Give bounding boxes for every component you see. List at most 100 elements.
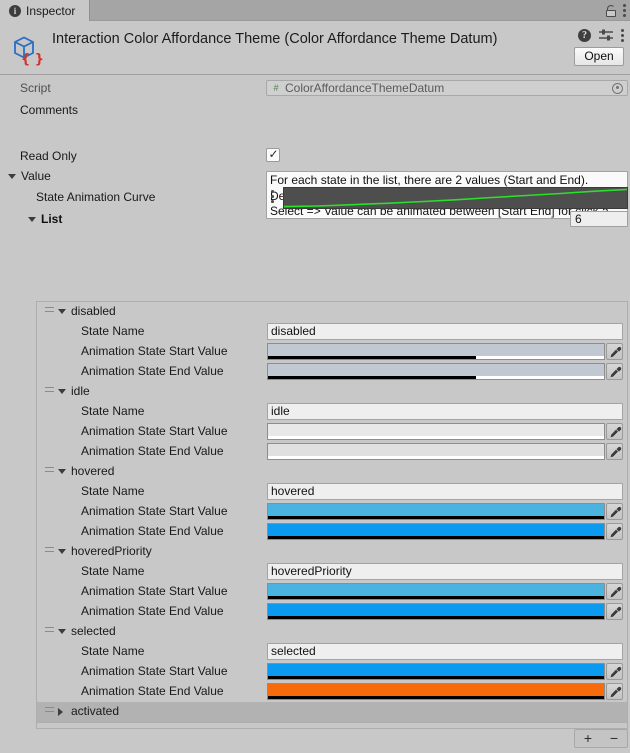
- chevron-down-icon[interactable]: [8, 174, 16, 179]
- tabbar-actions: [606, 0, 626, 21]
- add-item-button[interactable]: +: [575, 730, 601, 747]
- state-animation-curve-label: State Animation Curve: [36, 190, 156, 204]
- chevron-down-icon[interactable]: [28, 217, 36, 222]
- eyedropper-icon[interactable]: [606, 503, 623, 520]
- color-swatch[interactable]: [267, 683, 605, 700]
- list-add-remove-bar: + −: [574, 729, 628, 748]
- drag-handle-icon[interactable]: [45, 467, 54, 474]
- eyedropper-icon[interactable]: [606, 363, 623, 380]
- list-item-label: disabled: [71, 304, 116, 318]
- preset-sliders-icon[interactable]: [599, 29, 613, 42]
- chevron-down-icon[interactable]: [58, 469, 66, 474]
- list-item[interactable]: hovered: [37, 462, 627, 482]
- comments-row: Comments: [0, 99, 630, 147]
- eyedropper-icon[interactable]: [606, 443, 623, 460]
- state-name-input[interactable]: idle: [267, 403, 623, 420]
- script-field[interactable]: # ColorAffordanceThemeDatum: [266, 80, 628, 96]
- chevron-down-icon[interactable]: [58, 629, 66, 634]
- remove-item-button[interactable]: −: [601, 730, 627, 747]
- animation-state-end-value-color[interactable]: [267, 603, 623, 620]
- list-size-field[interactable]: 6: [570, 211, 628, 227]
- scriptable-object-datum-icon: { }: [10, 32, 44, 67]
- curve-options-icon[interactable]: [271, 190, 274, 203]
- object-header: { } Interaction Color Affordance Theme (…: [0, 21, 630, 75]
- value-label: Value: [21, 169, 51, 183]
- script-row: Script # ColorAffordanceThemeDatum: [0, 79, 630, 99]
- animation-state-start-value-label: Animation State Start Value: [81, 344, 228, 358]
- drag-handle-icon[interactable]: [45, 307, 54, 314]
- color-swatch[interactable]: [267, 583, 605, 600]
- tab-inspector[interactable]: i Inspector: [0, 0, 91, 21]
- animation-state-start-value-color[interactable]: [267, 423, 623, 440]
- eyedropper-icon[interactable]: [606, 523, 623, 540]
- color-swatch[interactable]: [267, 503, 605, 520]
- animation-state-end-value-color[interactable]: [267, 363, 623, 380]
- color-swatch[interactable]: [267, 343, 605, 360]
- state-name-label: State Name: [81, 564, 145, 578]
- animation-state-start-value-color[interactable]: [267, 343, 623, 360]
- animation-state-end-value-color[interactable]: [267, 443, 623, 460]
- eyedropper-icon[interactable]: [606, 683, 623, 700]
- animation-state-end-value-label: Animation State End Value: [81, 444, 224, 458]
- kebab-menu-icon[interactable]: [621, 29, 624, 42]
- animation-state-start-value-color[interactable]: [267, 663, 623, 680]
- inspector-body: Script # ColorAffordanceThemeDatum Comme…: [0, 75, 630, 748]
- kebab-menu-icon[interactable]: [623, 4, 626, 17]
- color-swatch[interactable]: [267, 443, 605, 460]
- state-name-input[interactable]: hovered: [267, 483, 623, 500]
- animation-state-end-value-color[interactable]: [267, 523, 623, 540]
- color-swatch[interactable]: [267, 363, 605, 380]
- lock-icon[interactable]: [606, 4, 616, 17]
- animation-state-start-value-color[interactable]: [267, 583, 623, 600]
- value-foldout-row[interactable]: Value: [0, 167, 630, 186]
- animation-state-start-value-row: Animation State Start Value: [37, 502, 627, 522]
- list-item[interactable]: disabled: [37, 302, 627, 322]
- animation-state-start-value-row: Animation State Start Value: [37, 582, 627, 602]
- animation-state-end-value-label: Animation State End Value: [81, 364, 224, 378]
- animation-state-end-value-label: Animation State End Value: [81, 684, 224, 698]
- chevron-down-icon[interactable]: [58, 309, 66, 314]
- color-swatch[interactable]: [267, 663, 605, 680]
- animation-state-start-value-label: Animation State Start Value: [81, 664, 228, 678]
- animation-state-end-value-color[interactable]: [267, 683, 623, 700]
- eyedropper-icon[interactable]: [606, 343, 623, 360]
- eyedropper-icon[interactable]: [606, 583, 623, 600]
- list-item[interactable]: idle: [37, 382, 627, 402]
- state-name-input[interactable]: disabled: [267, 323, 623, 340]
- object-picker-icon[interactable]: [612, 82, 623, 94]
- animation-state-start-value-row: Animation State Start Value: [37, 662, 627, 682]
- list-item-label: idle: [71, 384, 90, 398]
- state-name-label: State Name: [81, 644, 145, 658]
- list-label: List: [41, 212, 63, 226]
- state-name-row: State Name idle: [37, 402, 627, 422]
- chevron-right-icon[interactable]: [58, 707, 63, 716]
- animation-curve-field[interactable]: [283, 187, 628, 209]
- animation-state-end-value-row: Animation State End Value: [37, 682, 627, 702]
- open-button[interactable]: Open: [574, 47, 624, 66]
- color-swatch[interactable]: [267, 423, 605, 440]
- drag-handle-icon[interactable]: [45, 707, 54, 714]
- eyedropper-icon[interactable]: [606, 423, 623, 440]
- drag-handle-icon[interactable]: [45, 547, 54, 554]
- animation-state-start-value-color[interactable]: [267, 503, 623, 520]
- eyedropper-icon[interactable]: [606, 663, 623, 680]
- state-name-input[interactable]: hoveredPriority: [267, 563, 623, 580]
- script-value: ColorAffordanceThemeDatum: [285, 81, 445, 95]
- list-item-label: hovered: [71, 464, 115, 478]
- animation-state-end-value-label: Animation State End Value: [81, 604, 224, 618]
- drag-handle-icon[interactable]: [45, 387, 54, 394]
- state-name-input[interactable]: selected: [267, 643, 623, 660]
- list-foldout-row[interactable]: List 6: [0, 210, 630, 230]
- list-item[interactable]: activated: [37, 702, 627, 722]
- color-swatch[interactable]: [267, 603, 605, 620]
- help-icon[interactable]: ?: [578, 29, 591, 42]
- color-swatch[interactable]: [267, 523, 605, 540]
- read-only-checkbox[interactable]: [266, 147, 280, 162]
- list-item[interactable]: selected: [37, 622, 627, 642]
- animation-state-end-value-row: Animation State End Value: [37, 442, 627, 462]
- chevron-down-icon[interactable]: [58, 549, 66, 554]
- list-item[interactable]: hoveredPriority: [37, 542, 627, 562]
- eyedropper-icon[interactable]: [606, 603, 623, 620]
- chevron-down-icon[interactable]: [58, 389, 66, 394]
- drag-handle-icon[interactable]: [45, 627, 54, 634]
